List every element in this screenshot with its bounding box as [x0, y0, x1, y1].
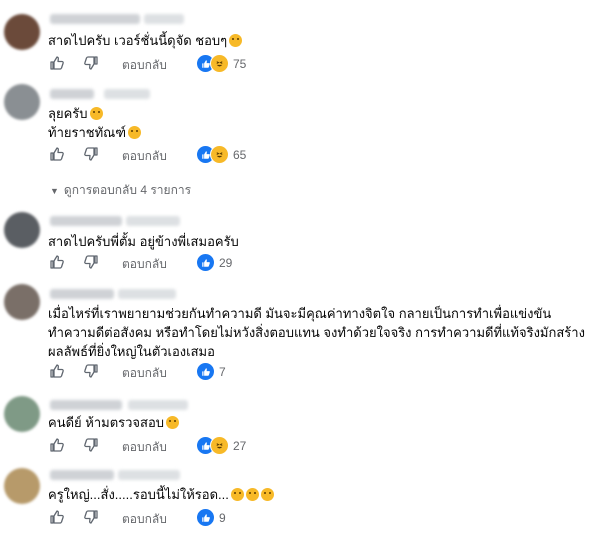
grin-emoji-icon — [245, 488, 259, 501]
comment-actions — [48, 508, 100, 526]
like-reaction-icon — [196, 362, 215, 381]
reaction-count: 65 — [233, 147, 247, 162]
smile-emoji-icon — [166, 416, 180, 429]
view-replies-label: ดูการตอบกลับ 4 รายการ — [63, 183, 192, 197]
reply-button[interactable]: ตอบกลับ — [122, 255, 167, 274]
author-name-extra — [128, 400, 188, 410]
avatar[interactable] — [4, 84, 40, 120]
reply-button[interactable]: ตอบกลับ — [122, 56, 167, 75]
haha-reaction-icon — [210, 145, 229, 164]
chevron-down-icon: ▼ — [50, 186, 59, 196]
thumbs-up-icon[interactable] — [48, 362, 66, 380]
reaction-summary[interactable]: 7 — [196, 362, 226, 381]
like-reaction-icon — [196, 508, 215, 527]
comment-text: สาดไปครับ เวอร์ชั่นนี้ดุจัด ชอบๆ — [48, 31, 243, 50]
thumbs-up-icon[interactable] — [48, 54, 66, 72]
comment-text: ทำความดีต่อสังคม หรือทำโดยไม่หวังสิ่งตอบ… — [48, 325, 585, 340]
reaction-count: 9 — [219, 510, 226, 525]
reaction-count: 75 — [233, 56, 247, 71]
thumbs-up-icon[interactable] — [48, 436, 66, 454]
reaction-summary[interactable]: 9 — [196, 508, 226, 527]
reply-button[interactable]: ตอบกลับ — [122, 364, 167, 383]
like-reaction-icon — [196, 253, 215, 272]
comment-actions — [48, 253, 100, 271]
reaction-summary[interactable]: 75 — [196, 54, 246, 73]
author-name-extra — [104, 89, 150, 99]
grin-emoji-icon — [260, 488, 274, 501]
author-name-extra — [144, 14, 184, 24]
reaction-count: 29 — [219, 255, 233, 270]
comment-text: คนดีย์ ห้ามตรวจสอบ — [48, 413, 180, 432]
grin-emoji-icon — [230, 488, 244, 501]
smile-emoji-icon — [89, 107, 103, 120]
reaction-count: 27 — [233, 438, 247, 453]
author-name[interactable] — [50, 14, 140, 24]
comment-text: สาดไปครับพี่ตั้ม อยู่ข้างพี่เสมอครับ — [48, 234, 239, 249]
avatar[interactable] — [4, 14, 40, 50]
comment-text: ลุยครับ — [48, 104, 103, 123]
view-replies-link[interactable]: ▼ ดูการตอบกลับ 4 รายการ — [50, 181, 191, 200]
thumbs-down-icon[interactable] — [82, 436, 100, 454]
comment-text: ครูใหญ่...สั่ง.....รอบนี้ไม่ให้รอด... — [48, 485, 274, 504]
author-name-extra — [118, 470, 180, 480]
thumbs-down-icon[interactable] — [82, 362, 100, 380]
comment-text: ผลลัพธ์ที่ยิ่งใหญ่ในตัวเองเสมอ — [48, 344, 215, 359]
author-name-extra — [118, 289, 176, 299]
author-name[interactable] — [50, 216, 122, 226]
blush-emoji-icon — [128, 126, 142, 139]
thumbs-down-icon[interactable] — [82, 54, 100, 72]
comment-actions — [48, 436, 100, 454]
reaction-summary[interactable]: 27 — [196, 436, 246, 455]
thumbs-up-icon[interactable] — [48, 253, 66, 271]
haha-reaction-icon — [210, 54, 229, 73]
thumbs-up-icon[interactable] — [48, 508, 66, 526]
comment-actions — [48, 362, 100, 380]
author-name[interactable] — [50, 89, 94, 99]
author-name[interactable] — [50, 470, 114, 480]
reply-button[interactable]: ตอบกลับ — [122, 438, 167, 457]
reaction-summary[interactable]: 29 — [196, 253, 232, 272]
thumbs-up-icon[interactable] — [48, 145, 66, 163]
reaction-summary[interactable]: 65 — [196, 145, 246, 164]
thumbs-down-icon[interactable] — [82, 145, 100, 163]
reaction-count: 7 — [219, 364, 226, 379]
laughing-emoji-icon — [229, 34, 243, 47]
thumbs-down-icon[interactable] — [82, 253, 100, 271]
author-name[interactable] — [50, 400, 122, 410]
reply-button[interactable]: ตอบกลับ — [122, 510, 167, 529]
avatar[interactable] — [4, 396, 40, 432]
author-name[interactable] — [50, 289, 114, 299]
avatar[interactable] — [4, 284, 40, 320]
comment-actions — [48, 145, 100, 163]
haha-reaction-icon — [210, 436, 229, 455]
reply-button[interactable]: ตอบกลับ — [122, 147, 167, 166]
comment-actions — [48, 54, 100, 72]
comment-text: ท้ายราชทัณฑ์ — [48, 123, 142, 142]
avatar[interactable] — [4, 468, 40, 504]
avatar[interactable] — [4, 212, 40, 248]
thumbs-down-icon[interactable] — [82, 508, 100, 526]
author-name-extra — [126, 216, 180, 226]
comment-text: เมื่อไหร่ที่เราพยายามช่วยกันทำความดี มัน… — [48, 306, 552, 321]
